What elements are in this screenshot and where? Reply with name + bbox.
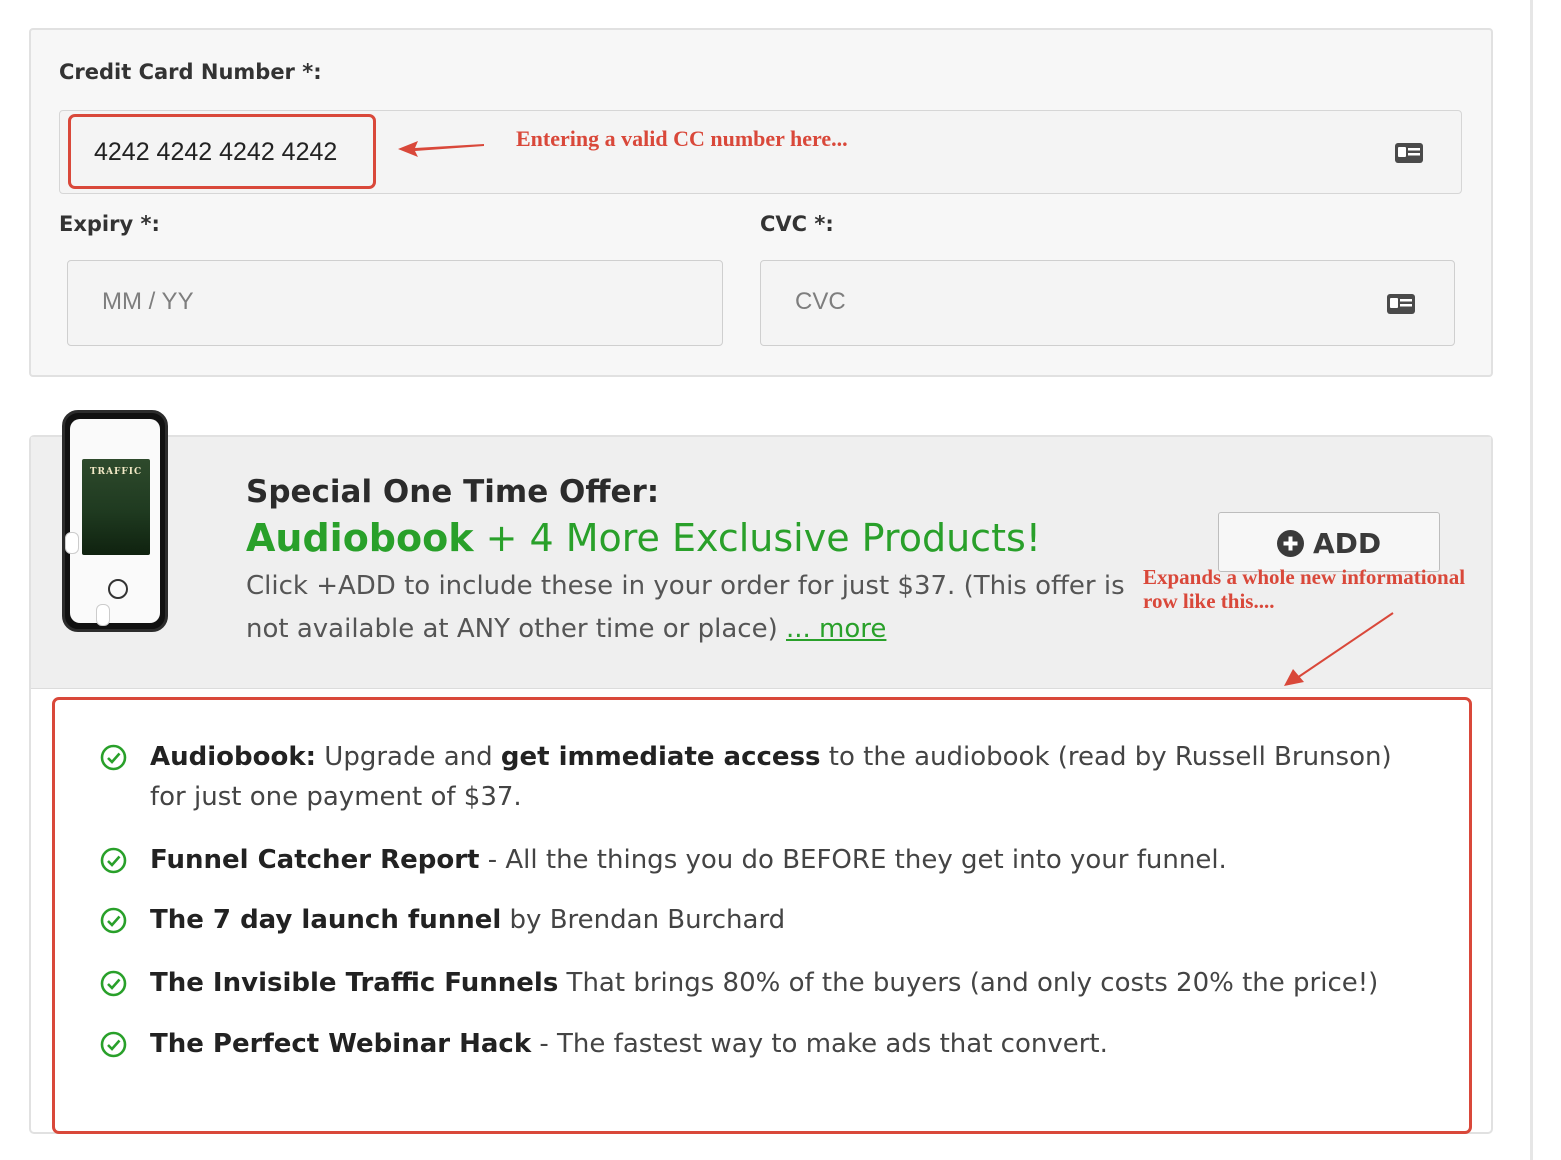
book-cover: TRAFFIC bbox=[82, 459, 150, 555]
bullet-title: Audiobook: bbox=[150, 742, 317, 772]
bullet-title: The Invisible Traffic Funnels bbox=[150, 968, 559, 998]
cvc-label: CVC *: bbox=[760, 212, 834, 236]
expand-annotation: Expands a whole new informational row li… bbox=[1143, 565, 1465, 613]
bullet-text: by Brendan Burchard bbox=[501, 905, 786, 935]
check-circle-icon bbox=[100, 847, 127, 874]
plus-circle-icon bbox=[1277, 530, 1304, 557]
expand-annotation-arrow bbox=[1284, 612, 1394, 686]
bullet-title: The Perfect Webinar Hack bbox=[150, 1029, 532, 1059]
cvc-input[interactable]: CVC bbox=[760, 260, 1455, 346]
audiobook-phone-image: TRAFFIC bbox=[62, 410, 168, 632]
airpod-image bbox=[65, 532, 79, 554]
offer-subtitle-bold: Audiobook bbox=[246, 516, 474, 560]
checkout-page: Credit Card Number *: 4242 4242 4242 424… bbox=[0, 0, 1561, 1160]
offer-description-text: Click +ADD to include these in your orde… bbox=[246, 571, 1125, 644]
more-link[interactable]: ... more bbox=[786, 614, 886, 644]
check-circle-icon bbox=[100, 907, 127, 934]
right-divider bbox=[1530, 0, 1533, 1160]
add-button-label: ADD bbox=[1313, 527, 1382, 560]
play-icon bbox=[108, 579, 128, 599]
card-icon bbox=[1395, 143, 1423, 163]
bullet-emphasis: get immediate access bbox=[500, 742, 821, 772]
cvc-placeholder: CVC bbox=[795, 288, 846, 315]
check-circle-icon bbox=[100, 744, 127, 771]
add-offer-button[interactable]: ADD bbox=[1218, 512, 1440, 572]
bullet-text: Upgrade and bbox=[316, 742, 501, 772]
offer-subtitle: Audiobook + 4 More Exclusive Products! bbox=[246, 516, 1041, 560]
expiry-placeholder: MM / YY bbox=[102, 288, 194, 315]
card-icon bbox=[1387, 294, 1415, 314]
bullet-title: Funnel Catcher Report bbox=[150, 845, 480, 875]
book-cover-title: TRAFFIC bbox=[89, 467, 143, 477]
bullet-text: - The fastest way to make ads that conve… bbox=[531, 1029, 1108, 1059]
cc-label: Credit Card Number *: bbox=[59, 60, 322, 84]
offer-subtitle-rest: + 4 More Exclusive Products! bbox=[473, 516, 1041, 560]
offer-title: Special One Time Offer: bbox=[246, 474, 660, 510]
cc-highlight-box bbox=[68, 114, 376, 189]
check-circle-icon bbox=[100, 1031, 127, 1058]
offer-description: Click +ADD to include these in your orde… bbox=[246, 565, 1126, 651]
cc-annotation-arrow bbox=[398, 141, 484, 157]
check-circle-icon bbox=[100, 970, 127, 997]
bullet-text: - All the things you do BEFORE they get … bbox=[479, 845, 1227, 875]
expand-annotation-line1: Expands a whole new informational bbox=[1143, 565, 1466, 589]
cc-annotation: Entering a valid CC number here... bbox=[516, 126, 848, 151]
airpod-image bbox=[96, 604, 110, 626]
expiry-input[interactable]: MM / YY bbox=[67, 260, 723, 346]
expiry-label: Expiry *: bbox=[59, 212, 160, 236]
bullet-title: The 7 day launch funnel bbox=[150, 905, 502, 935]
bullet-text: That brings 80% of the buyers (and only … bbox=[558, 968, 1379, 998]
